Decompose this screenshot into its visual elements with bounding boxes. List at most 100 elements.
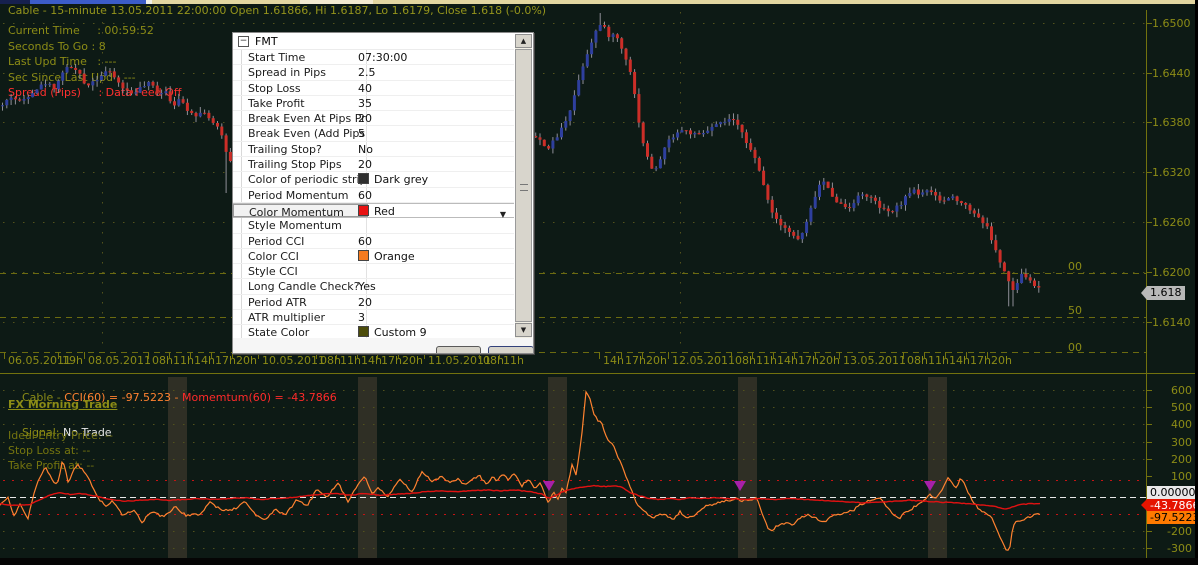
dialog-row[interactable]: Color of periodic stripes Dark grey xyxy=(233,172,514,188)
candle xyxy=(779,218,783,226)
scrollbar-up-icon[interactable]: ▲ xyxy=(515,34,532,48)
current-price-tag: 1.618 xyxy=(1141,286,1185,300)
candle xyxy=(650,156,654,169)
dialog-row[interactable]: Long Candle Check? Yes xyxy=(233,279,514,295)
collapse-icon[interactable]: − xyxy=(238,36,249,47)
candle xyxy=(572,95,576,111)
candle xyxy=(693,132,697,135)
candle xyxy=(775,212,778,219)
window-edge-bottom xyxy=(0,558,1198,565)
dialog-row[interactable]: Period ATR 20 xyxy=(233,294,514,311)
candlestick-chart[interactable] xyxy=(0,0,1198,565)
candle xyxy=(899,205,903,207)
candle xyxy=(185,102,189,111)
candle xyxy=(555,137,559,141)
dialog-row-value: 20 xyxy=(358,112,372,126)
dialog-scrollbar[interactable]: ▲ ▼ xyxy=(515,34,532,338)
candle xyxy=(121,82,125,89)
dialog-row-label: Period ATR xyxy=(233,294,367,310)
dialog-row[interactable]: Color Momentum Red ▼ xyxy=(233,202,514,219)
candle xyxy=(641,122,645,144)
dialog-row-label: Trailing Stop? xyxy=(233,141,367,157)
candle xyxy=(852,203,856,208)
candle xyxy=(921,192,925,195)
candle xyxy=(689,130,692,135)
dialog-header[interactable]: − FMT xyxy=(233,33,514,50)
dialog-row-label: ATR multiplier xyxy=(233,310,367,325)
dialog-row-label: Long Candle Check? xyxy=(233,279,367,294)
scrollbar-grip xyxy=(520,184,528,191)
dialog-row[interactable]: Trailing Stop? No xyxy=(233,141,514,158)
candle xyxy=(108,71,112,73)
candle xyxy=(585,54,589,67)
candle xyxy=(955,196,959,202)
candle xyxy=(646,143,649,157)
candle xyxy=(701,132,705,135)
candle xyxy=(56,80,60,90)
candle xyxy=(1002,262,1006,272)
indicator-value-tag: 0.00000 xyxy=(1147,486,1198,499)
candle xyxy=(198,112,202,117)
candle xyxy=(607,26,611,38)
candle xyxy=(538,137,542,140)
dialog-row[interactable]: Style CCI xyxy=(233,264,514,280)
dialog-row[interactable]: Spread in Pips 2.5 xyxy=(233,65,514,81)
candle xyxy=(843,203,847,208)
dialog-row[interactable]: State Color Custom 9 xyxy=(233,325,514,338)
candle xyxy=(624,48,628,60)
dialog-row[interactable]: Break Even At Pips Profit20 xyxy=(233,111,514,127)
sell-signal-triangle-icon xyxy=(734,481,746,491)
candle xyxy=(663,147,667,160)
candle xyxy=(203,112,207,114)
dialog-row[interactable]: Stop Loss 40 xyxy=(233,80,514,96)
candle xyxy=(620,38,624,49)
dialog-row[interactable]: Period Momentum 60 xyxy=(233,187,514,203)
dialog-row-value: 40 xyxy=(358,81,372,95)
candle xyxy=(912,189,916,194)
dialog-row-label: State Color xyxy=(233,325,367,338)
trading-app-screen: Cable - 15-minute 13.05.2011 22:00:00 Op… xyxy=(0,0,1198,565)
dialog-row[interactable]: Take Profit 35 xyxy=(233,95,514,112)
color-swatch xyxy=(358,173,369,185)
dialog-property-grid: Start Time 07:30:00 Spread in Pips 2.5 Stop … xyxy=(233,50,514,338)
candle xyxy=(749,143,753,150)
scrollbar-thumb[interactable] xyxy=(515,49,532,322)
dialog-row-label: Style CCI xyxy=(233,264,367,279)
candle xyxy=(160,93,164,95)
scrollbar-down-icon[interactable]: ▼ xyxy=(515,323,532,337)
candle xyxy=(224,135,228,152)
fmt-properties-dialog[interactable]: − FMT Start Time 07:30:00 Spread in Pips 2.… xyxy=(232,32,534,354)
candle xyxy=(534,135,538,138)
candle xyxy=(628,59,632,72)
candle xyxy=(99,75,103,81)
candle xyxy=(551,140,555,149)
candle xyxy=(1015,283,1019,290)
candle xyxy=(826,181,830,188)
candle xyxy=(82,73,86,84)
dialog-row[interactable]: Trailing Stop Pips 20 xyxy=(233,157,514,173)
candle xyxy=(882,207,886,209)
dialog-bottom-button-right[interactable] xyxy=(488,346,533,353)
dialog-row[interactable]: Period CCI 60 xyxy=(233,233,514,249)
candle xyxy=(1037,286,1041,288)
dialog-row[interactable]: Start Time 07:30:00 xyxy=(233,50,514,66)
candle xyxy=(1007,271,1011,282)
candle xyxy=(959,201,963,203)
candle xyxy=(916,189,920,195)
candle xyxy=(564,120,568,128)
sell-signal-triangle-icon xyxy=(924,481,936,491)
candle xyxy=(151,81,155,86)
dialog-row[interactable]: Color CCI Orange xyxy=(233,248,514,265)
candle xyxy=(732,119,735,121)
dialog-row-label: Start Time xyxy=(233,50,367,65)
dialog-bottom-button-left[interactable] xyxy=(436,346,481,353)
candle xyxy=(35,89,39,94)
candle xyxy=(839,202,843,204)
dialog-row[interactable]: Break Even (Add Pips) 5 xyxy=(233,126,514,142)
candle xyxy=(220,126,224,136)
candle xyxy=(9,97,13,100)
dialog-row[interactable]: Style Momentum xyxy=(233,218,514,234)
candle xyxy=(594,30,598,43)
dialog-row[interactable]: ATR multiplier 3 xyxy=(233,310,514,326)
dialog-row-value: 35 xyxy=(358,96,372,110)
